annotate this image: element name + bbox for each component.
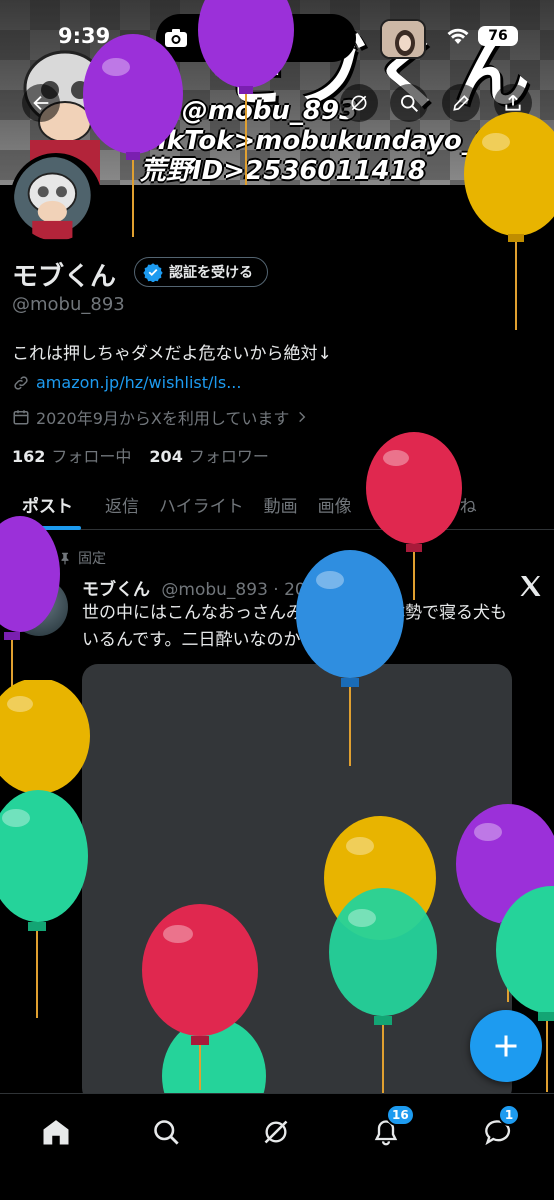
following-link[interactable]: 162 フォロー中: [12, 443, 131, 467]
post-date[interactable]: 2024/09/27: [284, 580, 382, 600]
nav-search[interactable]: [146, 1112, 186, 1152]
messages-badge: 1: [498, 1104, 520, 1126]
tab-images[interactable]: 画像: [308, 480, 362, 529]
profile-tabs: ポスト 返信 ハイライト 動画 画像 記事 いいね: [0, 480, 554, 530]
nav-messages[interactable]: 1: [478, 1104, 520, 1152]
wifi-icon: [446, 27, 470, 49]
search-button[interactable]: [390, 84, 428, 122]
nav-notifications[interactable]: 16: [366, 1104, 415, 1152]
profile-name: モブくん: [12, 262, 117, 292]
grok-button[interactable]: [340, 84, 378, 122]
post-header: モブくん @mobu_893 · 2024/09/27: [82, 575, 382, 600]
grok-icon: [264, 1120, 288, 1144]
profile-link-text[interactable]: amazon.jp/hz/wishlist/ls...: [36, 373, 241, 392]
pin-icon: [61, 552, 69, 565]
tab-highlights[interactable]: ハイライト: [149, 480, 254, 529]
followers-count: 204: [149, 447, 183, 466]
chevron-right-icon: [299, 411, 306, 423]
get-verified-label: 認証を受ける: [169, 265, 253, 281]
tab-replies[interactable]: 返信: [95, 480, 149, 529]
following-count: 162: [12, 447, 46, 466]
status-time: 9:39: [58, 24, 111, 48]
plus-icon: [495, 1035, 517, 1057]
profile-bio: これは押しちゃダメだよ危ないから絶対↓: [12, 344, 332, 364]
pinned-indicator: 固定: [58, 548, 106, 568]
balloon-yellow-left: [0, 680, 90, 800]
banner-line-tiktok: TikTok>mobukundayo_893: [140, 126, 530, 156]
bottom-navigation: 16 1: [0, 1093, 554, 1200]
calendar-icon: [13, 410, 29, 425]
profile-handle: @mobu_893: [12, 294, 125, 315]
search-icon: [154, 1120, 179, 1145]
post-separator: ·: [273, 580, 279, 600]
share-icon: [505, 94, 521, 111]
profile-joined[interactable]: 2020年9月からXを利用しています: [12, 405, 309, 429]
search-icon: [401, 95, 419, 113]
avatar-illustration: [14, 157, 91, 240]
battery-indicator: 76: [478, 26, 518, 46]
post-author-name[interactable]: モブくん: [82, 580, 150, 600]
followers-link[interactable]: 204 フォロワー: [149, 443, 268, 467]
post-text: 世の中にはこんなおっさんみたいな顔と体勢で寝る犬もいるんです。二日酔いなのかなぁ: [82, 603, 507, 650]
link-icon: [14, 375, 28, 390]
following-label: フォロー中: [51, 447, 132, 466]
nav-grok[interactable]: [256, 1112, 296, 1152]
notifications-badge: 16: [386, 1104, 415, 1126]
status-bar: 9:39 76: [0, 0, 554, 72]
profile-avatar[interactable]: [10, 153, 102, 245]
home-icon: [43, 1120, 69, 1145]
followers-label: フォロワー: [188, 447, 269, 466]
grok-icon: [351, 95, 367, 111]
compose-post-button[interactable]: [470, 1010, 542, 1082]
nav-home[interactable]: [36, 1112, 76, 1152]
balloon-green-left: [0, 790, 88, 1018]
post-media[interactable]: [82, 664, 512, 1104]
pinned-label: 固定: [78, 551, 106, 567]
tab-videos[interactable]: 動画: [254, 480, 308, 529]
follow-stats: 162 フォロー中 204 フォロワー: [12, 443, 269, 467]
pencil-icon: [453, 95, 469, 111]
camera-icon: [162, 24, 190, 52]
post-author-handle: @mobu_893: [161, 580, 268, 600]
back-button[interactable]: [22, 84, 60, 122]
verified-badge-icon: [143, 263, 163, 282]
tab-posts[interactable]: ポスト: [0, 480, 95, 530]
banner-line-game-id: 荒野ID>2536011418: [140, 156, 426, 185]
profile-link[interactable]: amazon.jp/hz/wishlist/ls...: [12, 373, 241, 392]
x-logo-icon: [518, 574, 542, 598]
post-author-avatar[interactable]: [10, 578, 68, 636]
island-thumbnail: [380, 19, 426, 59]
tab-articles[interactable]: 記事: [362, 480, 416, 529]
edit-button[interactable]: [442, 84, 480, 122]
joined-text: 2020年9月からXを利用しています: [36, 409, 290, 428]
share-button[interactable]: [494, 84, 532, 122]
tab-likes[interactable]: いいね: [416, 480, 487, 529]
get-verified-button[interactable]: 認証を受ける: [134, 257, 268, 287]
arrow-left-icon: [33, 95, 49, 111]
